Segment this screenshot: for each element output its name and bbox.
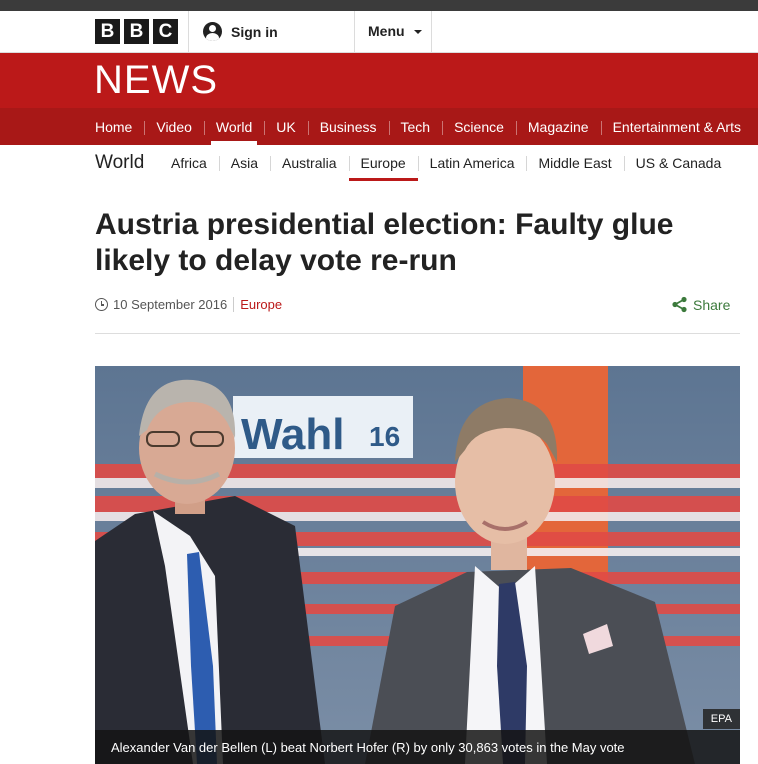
nav-item-world[interactable]: World: [203, 108, 264, 145]
article-date: 10 September 2016: [113, 297, 228, 312]
logo-letter-c: C: [153, 19, 178, 44]
subnav-item-us-canada[interactable]: US & Canada: [623, 145, 734, 181]
subnav-item-australia[interactable]: Australia: [270, 145, 348, 181]
user-icon: [203, 22, 222, 41]
subnav-item-middle-east[interactable]: Middle East: [526, 145, 623, 181]
masthead-divider: [431, 11, 432, 53]
subnav-title[interactable]: World: [95, 152, 144, 174]
subnav-item-asia[interactable]: Asia: [218, 145, 270, 181]
subnav-item-latin-america[interactable]: Latin America: [417, 145, 527, 181]
nav-item-tech[interactable]: Tech: [388, 108, 443, 145]
bbc-logo[interactable]: B B C: [95, 19, 178, 44]
bbc-masthead: B B C Sign in Menu: [0, 11, 758, 53]
sign-text: Wahl: [241, 410, 344, 459]
browser-top-strip: [0, 0, 758, 11]
primary-nav-list: Home Video World UK Business Tech Science Magaz…: [83, 108, 753, 145]
share-icon: [672, 296, 687, 313]
article-meta: 10 September 2016 Europe: [95, 297, 282, 312]
meta-rule: [95, 333, 740, 334]
news-wordmark[interactable]: NEWS: [94, 60, 218, 100]
image-credit: EPA: [702, 709, 740, 729]
logo-letter-b1: B: [95, 19, 120, 44]
clock-icon: [95, 298, 108, 311]
masthead-divider: [188, 11, 189, 53]
image-caption: Alexander Van der Bellen (L) beat Norber…: [95, 730, 740, 764]
subnav-item-europe[interactable]: Europe: [348, 145, 418, 181]
nav-item-business[interactable]: Business: [307, 108, 389, 145]
nav-item-home[interactable]: Home: [83, 108, 144, 145]
secondary-nav-list: Africa Asia Australia Europe Latin America Mi…: [159, 145, 733, 181]
sign-in-label: Sign in: [231, 23, 278, 40]
sign-number: 16: [369, 421, 400, 452]
sign-in-button[interactable]: Sign in: [203, 22, 278, 41]
nav-item-magazine[interactable]: Magazine: [515, 108, 601, 145]
share-button[interactable]: Share: [671, 296, 730, 313]
subnav-item-africa[interactable]: Africa: [159, 145, 219, 181]
article-hero-image: Wahl 16 EPA Alexander Van der Bellen (L)…: [95, 366, 740, 764]
nav-item-science[interactable]: Science: [442, 108, 516, 145]
chevron-down-icon: [413, 30, 422, 34]
nav-item-entertainment-arts[interactable]: Entertainment & Arts: [600, 108, 753, 145]
article-headline: Austria presidential election: Faulty gl…: [95, 208, 674, 277]
meta-divider: [233, 297, 235, 312]
section-link[interactable]: Europe: [240, 297, 282, 312]
menu-label: Menu: [368, 23, 405, 39]
logo-letter-b2: B: [124, 19, 149, 44]
news-brand-band: NEWS: [0, 53, 758, 108]
primary-nav: Home Video World UK Business Tech Science Magaz…: [0, 108, 758, 145]
secondary-nav: World Africa Asia Australia Europe Latin Ame…: [0, 145, 758, 181]
masthead-divider: [354, 11, 355, 53]
nav-item-uk[interactable]: UK: [264, 108, 307, 145]
hero-photo: Wahl 16: [95, 366, 740, 764]
menu-button[interactable]: Menu: [368, 23, 422, 39]
share-label: Share: [693, 296, 731, 313]
nav-item-video[interactable]: Video: [144, 108, 204, 145]
